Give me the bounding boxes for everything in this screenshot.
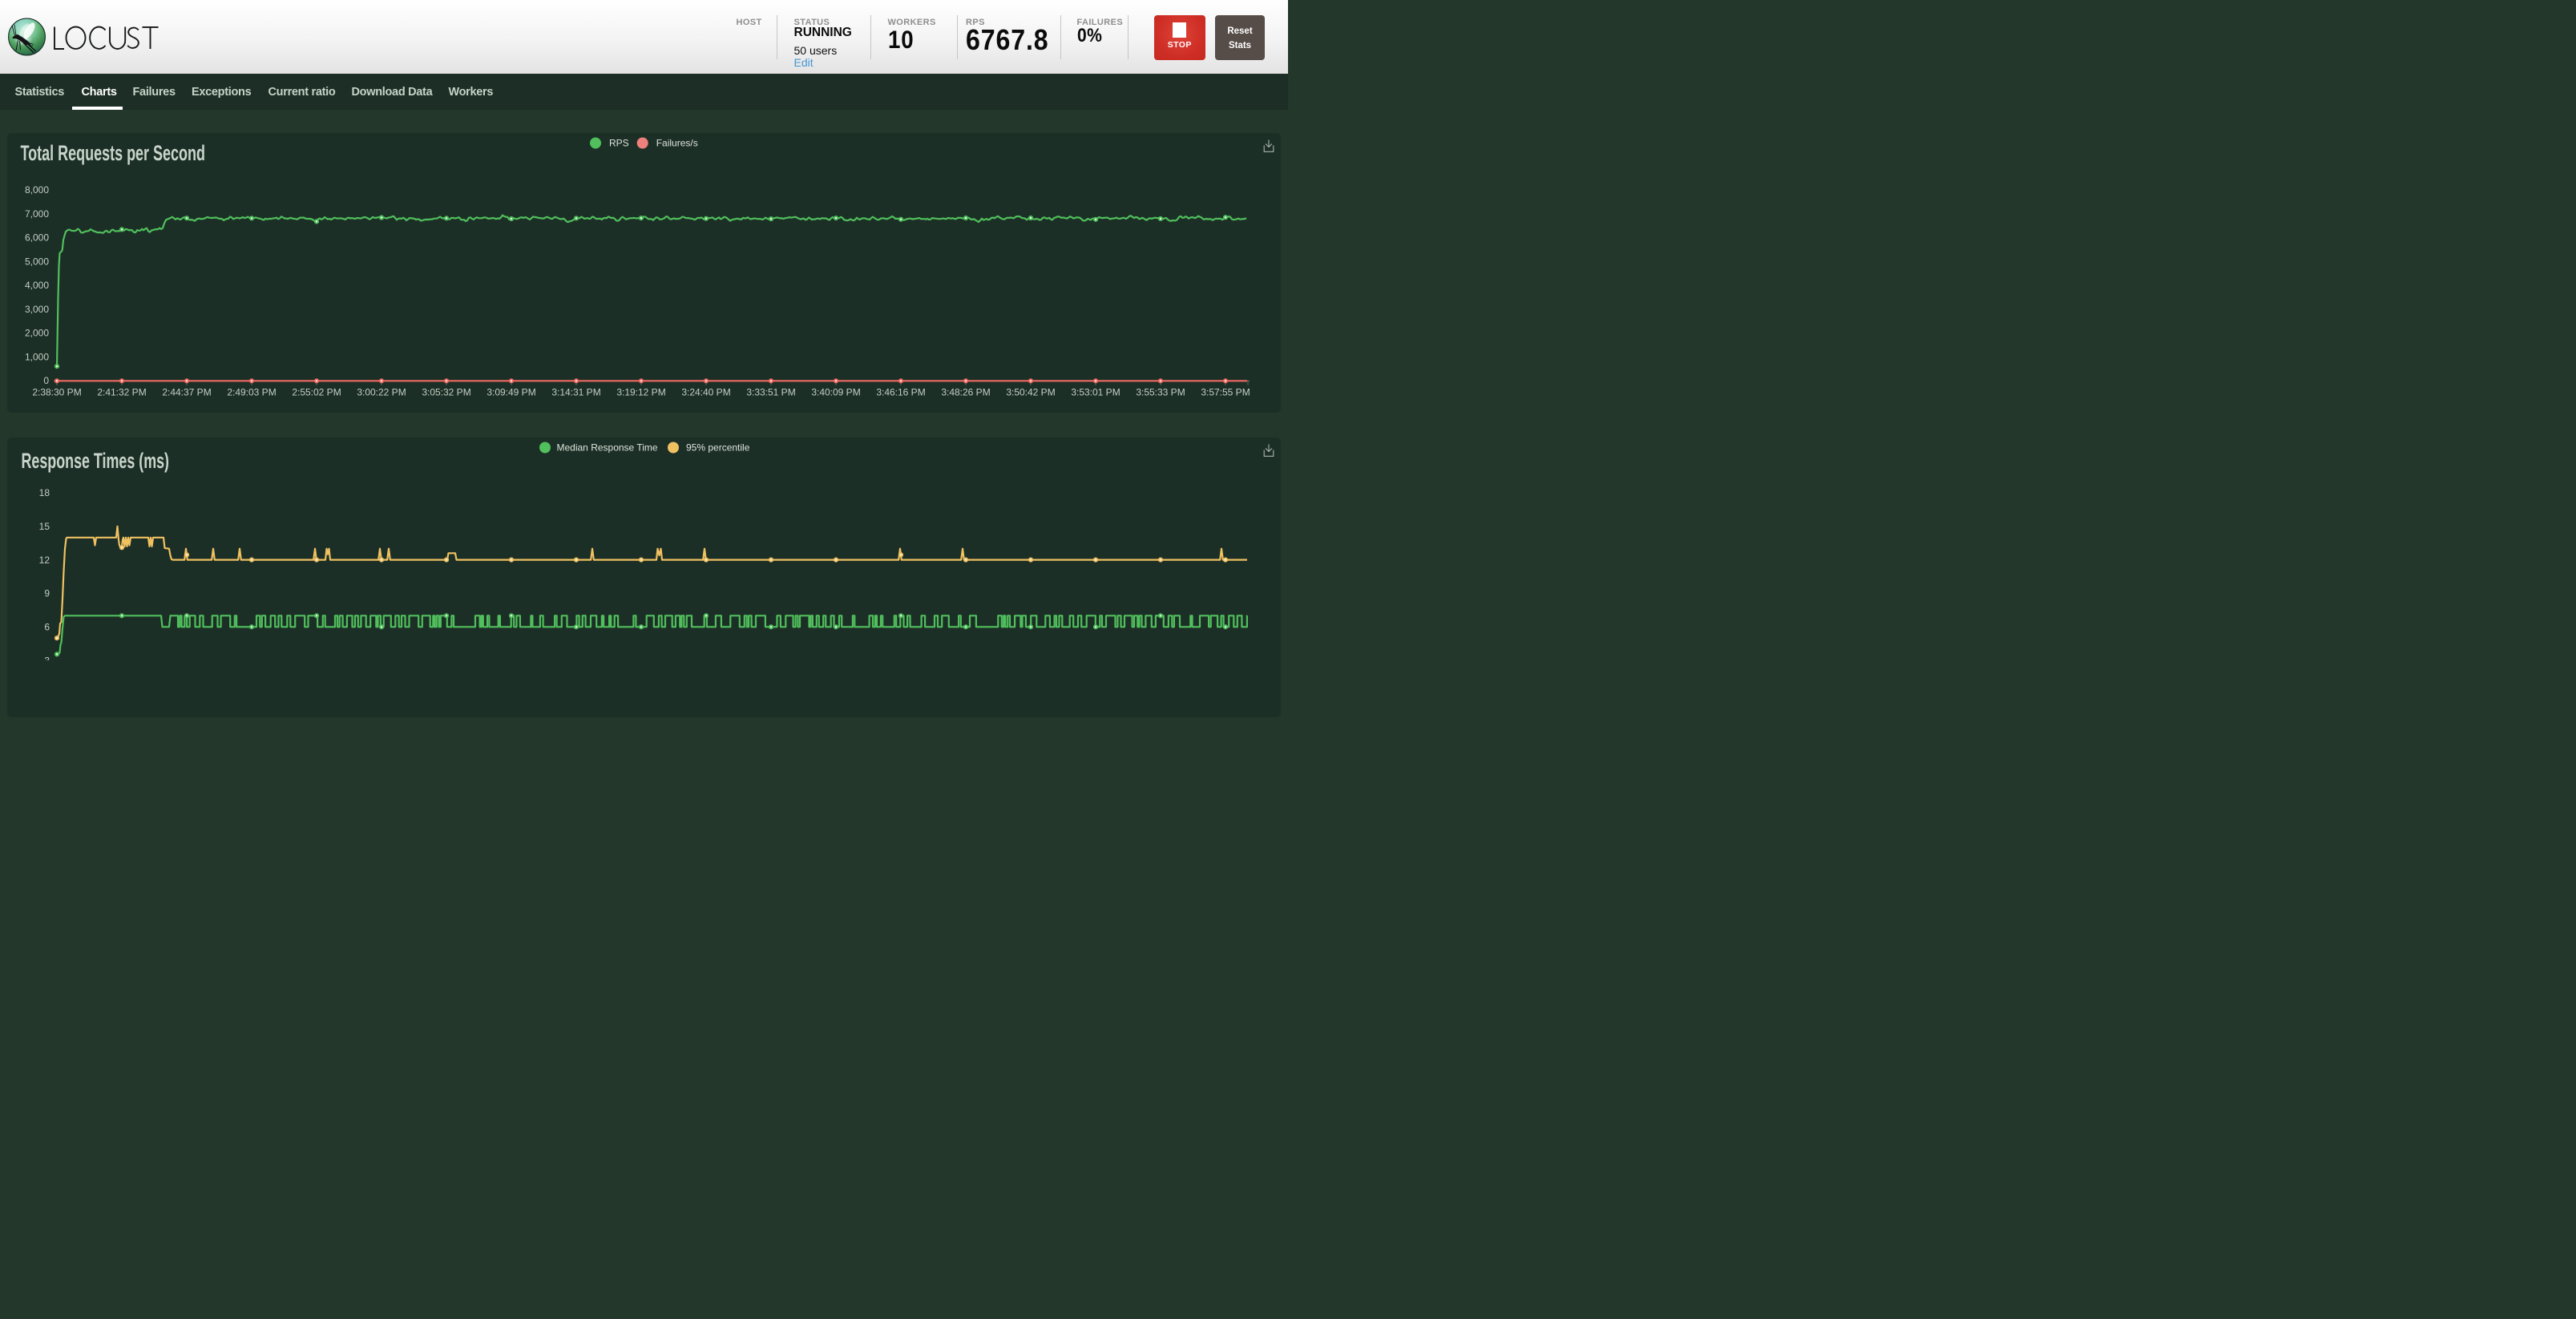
svg-text:Total Requests per Second: Total Requests per Second [21, 141, 206, 165]
svg-text:3:46:16 PM: 3:46:16 PM [876, 387, 925, 398]
svg-text:2:38:30 PM: 2:38:30 PM [32, 387, 81, 398]
svg-text:2:41:32 PM: 2:41:32 PM [97, 387, 146, 398]
svg-text:3:40:09 PM: 3:40:09 PM [811, 387, 860, 398]
svg-text:9: 9 [44, 588, 50, 599]
svg-text:3:09:49 PM: 3:09:49 PM [487, 387, 535, 398]
svg-text:3:24:40 PM: 3:24:40 PM [681, 387, 730, 398]
svg-text:3:00:22 PM: 3:00:22 PM [357, 387, 406, 398]
svg-text:3:53:01 PM: 3:53:01 PM [1071, 387, 1120, 398]
svg-text:3: 3 [44, 655, 50, 660]
svg-text:2:55:02 PM: 2:55:02 PM [292, 387, 341, 398]
svg-text:8,000: 8,000 [25, 184, 49, 196]
svg-text:0: 0 [43, 375, 49, 386]
svg-text:2:49:03 PM: 2:49:03 PM [227, 387, 276, 398]
svg-text:2,000: 2,000 [25, 328, 49, 339]
svg-text:3:55:33 PM: 3:55:33 PM [1136, 387, 1185, 398]
svg-text:3:19:12 PM: 3:19:12 PM [616, 387, 665, 398]
svg-text:6,000: 6,000 [25, 232, 49, 244]
svg-text:95% percentile: 95% percentile [686, 442, 750, 454]
svg-text:3:14:31 PM: 3:14:31 PM [551, 387, 600, 398]
svg-text:Failures/s: Failures/s [656, 138, 698, 149]
svg-text:4,000: 4,000 [25, 280, 49, 291]
svg-text:3:50:42 PM: 3:50:42 PM [1006, 387, 1055, 398]
svg-text:3:05:32 PM: 3:05:32 PM [422, 387, 470, 398]
svg-text:1,000: 1,000 [25, 351, 49, 362]
svg-text:18: 18 [39, 487, 50, 498]
svg-text:3:33:51 PM: 3:33:51 PM [746, 387, 795, 398]
svg-text:3:48:26 PM: 3:48:26 PM [941, 387, 990, 398]
svg-text:7,000: 7,000 [25, 208, 49, 220]
svg-text:12: 12 [39, 555, 50, 566]
svg-text:RPS: RPS [609, 138, 629, 149]
svg-text:5,000: 5,000 [25, 256, 49, 267]
svg-text:Response Times (ms): Response Times (ms) [22, 449, 170, 473]
svg-text:Median Response Time: Median Response Time [557, 442, 658, 454]
svg-text:2:44:37 PM: 2:44:37 PM [162, 387, 211, 398]
svg-text:6: 6 [44, 622, 50, 633]
svg-text:15: 15 [39, 521, 50, 532]
svg-text:3,000: 3,000 [25, 304, 49, 315]
svg-text:3:57:55 PM: 3:57:55 PM [1201, 387, 1250, 398]
